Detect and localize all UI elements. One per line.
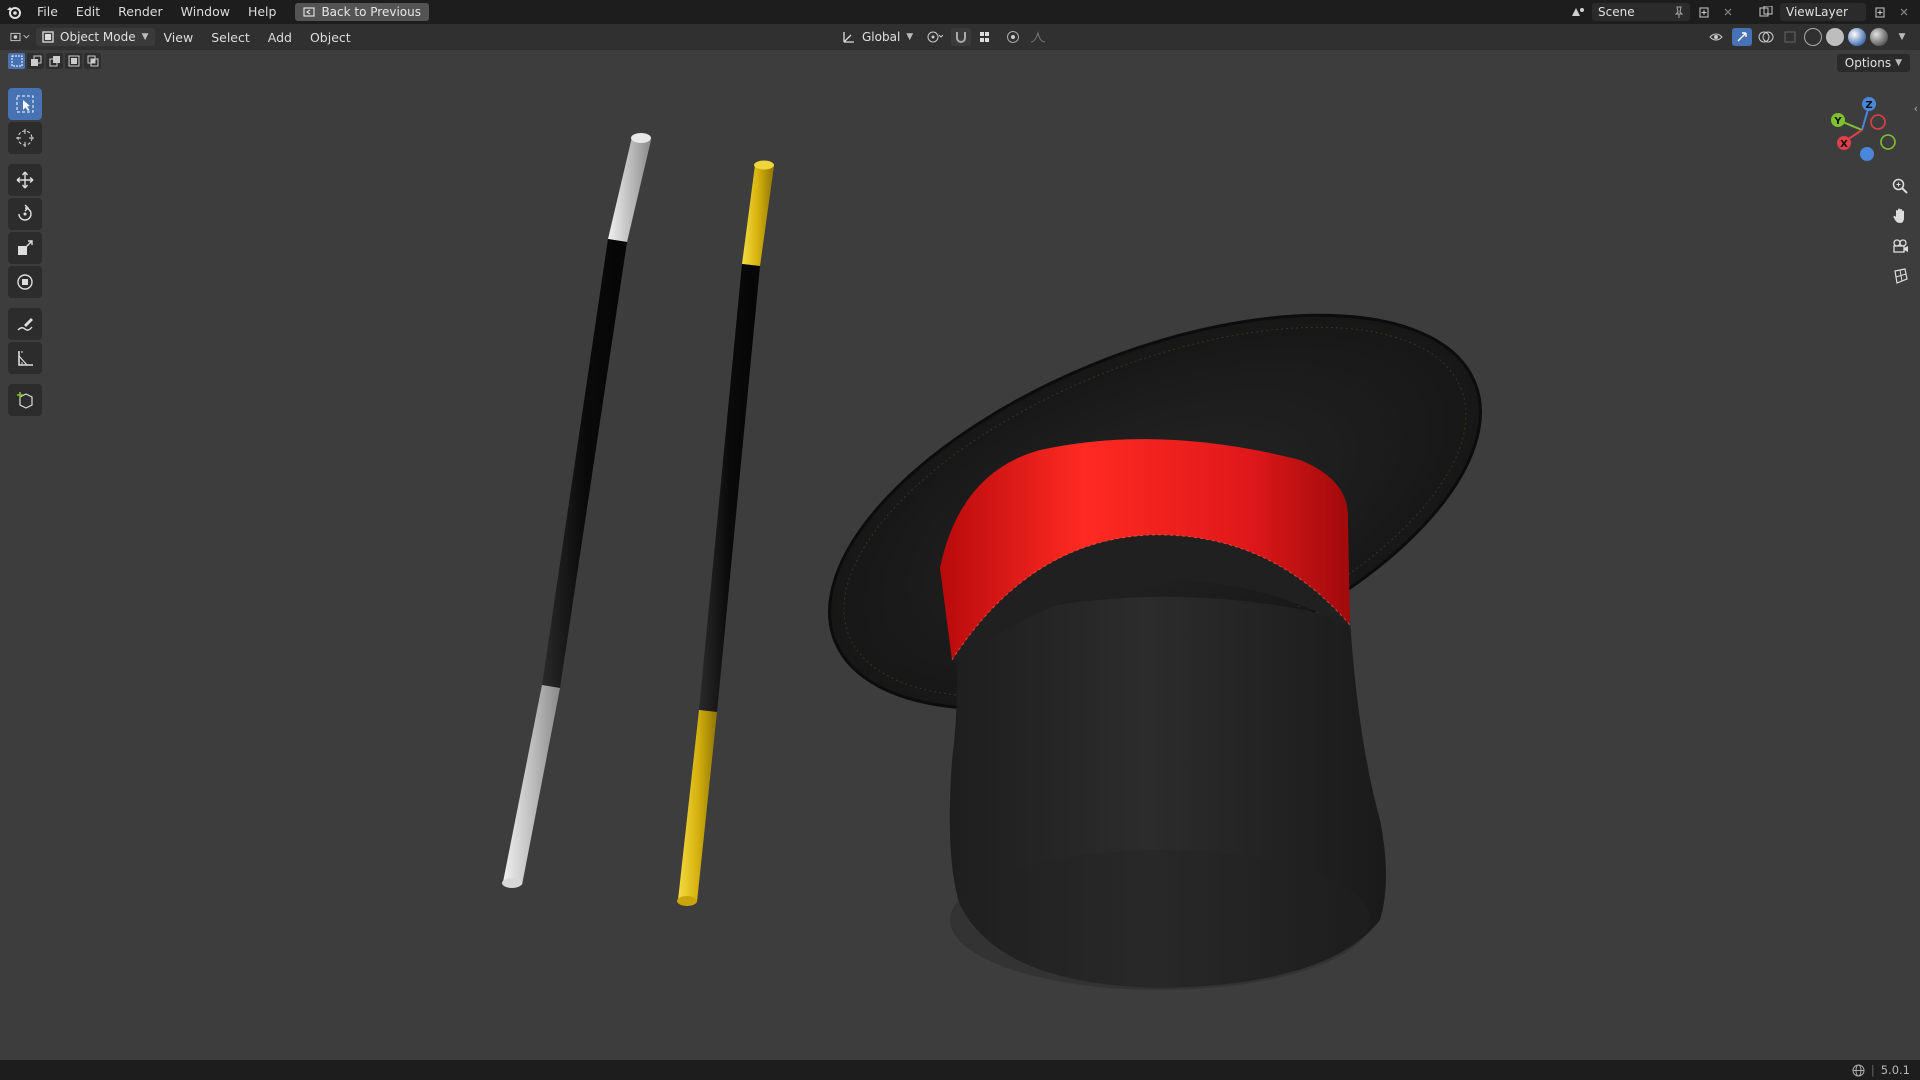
snap-toggle-icon[interactable] xyxy=(951,28,972,46)
rotate-icon[interactable] xyxy=(8,198,42,230)
select-extend-icon[interactable] xyxy=(27,53,44,69)
select-invert-icon[interactable] xyxy=(65,53,82,69)
overlays-toggle-icon[interactable] xyxy=(1756,28,1776,46)
menu-add[interactable]: Add xyxy=(259,30,301,45)
rendered-shading-icon[interactable] xyxy=(1870,28,1888,46)
snap-target-icon[interactable] xyxy=(977,28,997,46)
shading-options-chevron-icon[interactable]: ▼ xyxy=(1892,28,1912,46)
visibility-selectability-icon[interactable] xyxy=(1708,28,1728,46)
tool-shelf xyxy=(8,86,46,418)
viewlayer-label: ViewLayer xyxy=(1786,5,1848,19)
orientation-axes-icon xyxy=(843,32,854,43)
object-mode-dropdown[interactable]: Object Mode ▼ xyxy=(36,28,155,46)
network-globe-icon xyxy=(1852,1064,1865,1076)
viewport-header: Object Mode ▼ View Select Add Object Glo… xyxy=(0,24,1920,50)
material-preview-shading-icon[interactable] xyxy=(1848,28,1866,46)
menu-render[interactable]: Render xyxy=(109,0,172,24)
3d-viewport[interactable]: Z Y X xyxy=(0,50,1920,1060)
camera-icon[interactable] xyxy=(1888,234,1912,258)
options-label: Options xyxy=(1844,56,1892,70)
pin-icon[interactable] xyxy=(1674,6,1684,18)
gizmo-neg-z-icon[interactable] xyxy=(1860,147,1874,161)
proportional-edit-icon[interactable] xyxy=(1003,28,1023,46)
select-subtract-icon[interactable] xyxy=(46,53,63,69)
falloff-curve-icon[interactable] xyxy=(1029,28,1049,46)
status-bar: | 5.0.1 xyxy=(0,1060,1920,1080)
navigation-gizmo[interactable]: Z Y X xyxy=(1822,90,1902,170)
annotate-icon[interactable] xyxy=(8,308,42,340)
scene-field[interactable]: Scene xyxy=(1592,3,1690,21)
transform-orientation-dropdown[interactable]: Global ▼ xyxy=(836,28,919,46)
chevron-down-icon: ▼ xyxy=(1895,58,1902,68)
viewlayer-field[interactable]: ViewLayer xyxy=(1780,3,1866,21)
back-to-previous-button[interactable]: Back to Previous xyxy=(295,3,429,21)
gizmo-x-label: X xyxy=(1840,139,1848,150)
scale-icon[interactable] xyxy=(8,232,42,264)
wireframe-shading-icon[interactable] xyxy=(1804,28,1822,46)
gizmo-neg-x-icon[interactable] xyxy=(1870,114,1886,130)
transform-icon[interactable] xyxy=(8,266,42,298)
editor-type-icon[interactable] xyxy=(10,28,30,46)
menu-window[interactable]: Window xyxy=(172,0,239,24)
menu-help[interactable]: Help xyxy=(239,0,286,24)
menu-view[interactable]: View xyxy=(155,30,203,45)
new-scene-icon[interactable] xyxy=(1694,3,1714,21)
menu-select[interactable]: Select xyxy=(202,30,259,45)
object-mode-label: Object Mode xyxy=(60,30,136,44)
options-dropdown[interactable]: Options ▼ xyxy=(1836,54,1910,72)
version-label: 5.0.1 xyxy=(1880,1063,1910,1077)
pan-hand-icon[interactable] xyxy=(1888,204,1912,228)
measure-icon[interactable] xyxy=(8,342,42,374)
menu-object[interactable]: Object xyxy=(301,30,360,45)
chevron-down-icon: ▼ xyxy=(141,32,149,42)
cursor-icon[interactable] xyxy=(8,122,42,154)
object-mode-icon xyxy=(42,31,54,43)
scene-render xyxy=(502,133,1535,990)
blender-logo-icon[interactable] xyxy=(0,0,28,24)
top-hat[interactable] xyxy=(775,234,1535,990)
select-box-icon[interactable] xyxy=(8,88,42,120)
sidebar-toggle-chevron-icon[interactable]: ‹ xyxy=(1914,102,1918,115)
delete-viewlayer-icon[interactable] xyxy=(1894,3,1914,21)
new-viewlayer-icon[interactable] xyxy=(1870,3,1890,21)
navigation-buttons xyxy=(1888,168,1912,294)
grid-ortho-icon[interactable] xyxy=(1888,264,1912,288)
select-intersect-icon[interactable] xyxy=(84,53,101,69)
menu-file[interactable]: File xyxy=(28,0,67,24)
xray-toggle-icon[interactable] xyxy=(1780,28,1800,46)
menu-edit[interactable]: Edit xyxy=(67,0,109,24)
back-icon xyxy=(303,7,316,17)
transform-orientation-label: Global xyxy=(862,30,901,44)
solid-shading-icon[interactable] xyxy=(1826,28,1844,46)
add-cube-icon[interactable] xyxy=(8,384,42,416)
gizmo-neg-y-icon[interactable] xyxy=(1880,134,1896,150)
select-new-icon[interactable] xyxy=(8,53,25,69)
back-to-previous-label: Back to Previous xyxy=(321,5,421,19)
scene-selector-icon[interactable] xyxy=(1568,3,1588,21)
selection-mode-group xyxy=(8,53,101,69)
top-bar: File Edit Render Window Help Back to Pre… xyxy=(0,0,1920,24)
viewlayer-selector-icon[interactable] xyxy=(1756,3,1776,21)
pivot-point-icon[interactable] xyxy=(925,28,945,46)
gold-wand[interactable] xyxy=(677,160,774,907)
zoom-icon[interactable] xyxy=(1888,174,1912,198)
gizmo-y-label: Y xyxy=(1833,116,1842,127)
gizmo-toggle-icon[interactable] xyxy=(1732,28,1752,46)
delete-scene-icon[interactable] xyxy=(1718,3,1738,21)
silver-wand[interactable] xyxy=(502,133,651,888)
scene-label: Scene xyxy=(1598,5,1635,19)
move-icon[interactable] xyxy=(8,164,42,196)
chevron-down-icon: ▼ xyxy=(906,32,914,42)
gizmo-z-label: Z xyxy=(1865,100,1872,111)
